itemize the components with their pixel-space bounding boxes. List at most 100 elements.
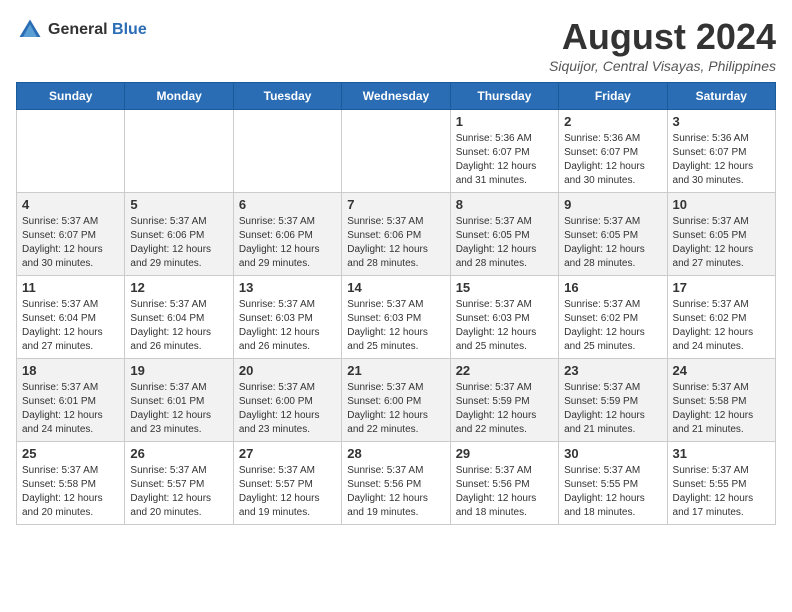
subtitle: Siquijor, Central Visayas, Philippines [549, 58, 776, 74]
logo-icon [16, 16, 44, 44]
calendar-cell: 15Sunrise: 5:37 AM Sunset: 6:03 PM Dayli… [450, 276, 558, 359]
calendar-cell [125, 110, 233, 193]
cell-day-number: 5 [130, 197, 227, 212]
cell-day-number: 4 [22, 197, 119, 212]
calendar-cell: 25Sunrise: 5:37 AM Sunset: 5:58 PM Dayli… [17, 442, 125, 525]
calendar-cell: 23Sunrise: 5:37 AM Sunset: 5:59 PM Dayli… [559, 359, 667, 442]
cell-day-number: 22 [456, 363, 553, 378]
cell-info: Sunrise: 5:37 AM Sunset: 5:55 PM Dayligh… [564, 464, 661, 520]
cell-day-number: 13 [239, 280, 336, 295]
calendar-cell: 10 Sunrise: 5:37 AM Sunset: 6:05 PM Dayli… [667, 193, 775, 276]
cell-day-number: 24 [673, 363, 770, 378]
cell-day-number: 7 [347, 197, 444, 212]
cell-info: Sunrise: 5:37 AM Sunset: 6:05 PM Dayligh… [673, 215, 770, 271]
calendar-cell: 16 Sunrise: 5:37 AM Sunset: 6:02 PM Dayli… [559, 276, 667, 359]
calendar-cell: 29 Sunrise: 5:37 AM Sunset: 5:56 PM Dayli… [450, 442, 558, 525]
cell-info: Sunrise: 5:37 AM Sunset: 6:00 PM Dayligh… [347, 381, 444, 437]
logo-blue: Blue [112, 21, 147, 38]
day-header-wednesday: Wednesday [342, 83, 450, 110]
cell-day-number: 19 [130, 363, 227, 378]
calendar-cell: 19 Sunrise: 5:37 AM Sunset: 6:01 PM Dayli… [125, 359, 233, 442]
day-header-tuesday: Tuesday [233, 83, 341, 110]
day-header-sunday: Sunday [17, 83, 125, 110]
cell-day-number: 26 [130, 446, 227, 461]
day-header-monday: Monday [125, 83, 233, 110]
cell-info: Sunrise: 5:37 AM Sunset: 6:05 PM Dayligh… [456, 215, 553, 271]
calendar-cell: 5 Sunrise: 5:37 AM Sunset: 6:06 PM Daylig… [125, 193, 233, 276]
calendar-cell: 12 Sunrise: 5:37 AM Sunset: 6:04 PM Dayli… [125, 276, 233, 359]
calendar-cell: 4 Sunrise: 5:37 AM Sunset: 6:07 PM Daylig… [17, 193, 125, 276]
calendar-cell: 1 Sunrise: 5:36 AM Sunset: 6:07 PM Daylig… [450, 110, 558, 193]
calendar-cell: 14Sunrise: 5:37 AM Sunset: 6:03 PM Dayli… [342, 276, 450, 359]
cell-day-number: 29 [456, 446, 553, 461]
cell-day-number: 9 [564, 197, 661, 212]
cell-info: Sunrise: 5:37 AM Sunset: 5:56 PM Dayligh… [456, 464, 553, 520]
calendar-cell: 31Sunrise: 5:37 AM Sunset: 5:55 PM Dayli… [667, 442, 775, 525]
cell-day-number: 8 [456, 197, 553, 212]
cell-day-number: 30 [564, 446, 661, 461]
calendar-cell [233, 110, 341, 193]
main-title: August 2024 [549, 16, 776, 58]
calendar-cell: 30 Sunrise: 5:37 AM Sunset: 5:55 PM Dayli… [559, 442, 667, 525]
cell-info: Sunrise: 5:37 AM Sunset: 6:04 PM Dayligh… [22, 298, 119, 354]
calendar-cell: 24 Sunrise: 5:37 AM Sunset: 5:58 PM Dayli… [667, 359, 775, 442]
day-header-saturday: Saturday [667, 83, 775, 110]
calendar-cell: 28Sunrise: 5:37 AM Sunset: 5:56 PM Dayli… [342, 442, 450, 525]
calendar-cell: 11 Sunrise: 5:37 AM Sunset: 6:04 PM Dayli… [17, 276, 125, 359]
calendar-cell: 7 Sunrise: 5:37 AM Sunset: 6:06 PM Daylig… [342, 193, 450, 276]
cell-info: Sunrise: 5:37 AM Sunset: 6:03 PM Dayligh… [239, 298, 336, 354]
calendar-row-3: 11 Sunrise: 5:37 AM Sunset: 6:04 PM Dayli… [17, 276, 776, 359]
cell-day-number: 1 [456, 114, 553, 129]
calendar-cell: 2 Sunrise: 5:36 AM Sunset: 6:07 PM Daylig… [559, 110, 667, 193]
cell-day-number: 2 [564, 114, 661, 129]
cell-info: Sunrise: 5:37 AM Sunset: 6:01 PM Dayligh… [130, 381, 227, 437]
cell-info: Sunrise: 5:37 AM Sunset: 5:55 PM Dayligh… [673, 464, 770, 520]
calendar-cell: 20Sunrise: 5:37 AM Sunset: 6:00 PM Dayli… [233, 359, 341, 442]
calendar-cell: 27 Sunrise: 5:37 AM Sunset: 5:57 PM Dayli… [233, 442, 341, 525]
cell-info: Sunrise: 5:37 AM Sunset: 6:06 PM Dayligh… [347, 215, 444, 271]
calendar-row-1: 1 Sunrise: 5:36 AM Sunset: 6:07 PM Daylig… [17, 110, 776, 193]
cell-day-number: 11 [22, 280, 119, 295]
calendar-cell: 3 Sunrise: 5:36 AM Sunset: 6:07 PM Daylig… [667, 110, 775, 193]
cell-info: Sunrise: 5:36 AM Sunset: 6:07 PM Dayligh… [564, 132, 661, 188]
cell-day-number: 17 [673, 280, 770, 295]
cell-info: Sunrise: 5:37 AM Sunset: 6:05 PM Dayligh… [564, 215, 661, 271]
logo-general: General [48, 21, 108, 38]
cell-day-number: 27 [239, 446, 336, 461]
cell-day-number: 20 [239, 363, 336, 378]
cell-info: Sunrise: 5:37 AM Sunset: 6:02 PM Dayligh… [673, 298, 770, 354]
day-header-friday: Friday [559, 83, 667, 110]
cell-info: Sunrise: 5:37 AM Sunset: 5:59 PM Dayligh… [456, 381, 553, 437]
cell-day-number: 10 [673, 197, 770, 212]
cell-info: Sunrise: 5:37 AM Sunset: 6:06 PM Dayligh… [239, 215, 336, 271]
cell-day-number: 15 [456, 280, 553, 295]
day-header-thursday: Thursday [450, 83, 558, 110]
calendar-row-5: 25Sunrise: 5:37 AM Sunset: 5:58 PM Dayli… [17, 442, 776, 525]
cell-day-number: 16 [564, 280, 661, 295]
cell-day-number: 6 [239, 197, 336, 212]
calendar-cell [17, 110, 125, 193]
page-header: General Blue August 2024 Siquijor, Centr… [16, 16, 776, 74]
cell-info: Sunrise: 5:37 AM Sunset: 6:02 PM Dayligh… [564, 298, 661, 354]
cell-info: Sunrise: 5:37 AM Sunset: 5:58 PM Dayligh… [673, 381, 770, 437]
header-row: SundayMondayTuesdayWednesdayThursdayFrid… [17, 83, 776, 110]
cell-info: Sunrise: 5:37 AM Sunset: 6:07 PM Dayligh… [22, 215, 119, 271]
calendar-cell: 9 Sunrise: 5:37 AM Sunset: 6:05 PM Daylig… [559, 193, 667, 276]
cell-day-number: 3 [673, 114, 770, 129]
calendar-cell: 8 Sunrise: 5:37 AM Sunset: 6:05 PM Daylig… [450, 193, 558, 276]
title-area: August 2024 Siquijor, Central Visayas, P… [549, 16, 776, 74]
cell-info: Sunrise: 5:37 AM Sunset: 5:56 PM Dayligh… [347, 464, 444, 520]
calendar-row-2: 4 Sunrise: 5:37 AM Sunset: 6:07 PM Daylig… [17, 193, 776, 276]
cell-day-number: 12 [130, 280, 227, 295]
cell-day-number: 18 [22, 363, 119, 378]
cell-info: Sunrise: 5:36 AM Sunset: 6:07 PM Dayligh… [456, 132, 553, 188]
calendar-cell: 21Sunrise: 5:37 AM Sunset: 6:00 PM Dayli… [342, 359, 450, 442]
cell-info: Sunrise: 5:37 AM Sunset: 6:04 PM Dayligh… [130, 298, 227, 354]
calendar-cell [342, 110, 450, 193]
cell-info: Sunrise: 5:36 AM Sunset: 6:07 PM Dayligh… [673, 132, 770, 188]
cell-info: Sunrise: 5:37 AM Sunset: 5:57 PM Dayligh… [239, 464, 336, 520]
cell-info: Sunrise: 5:37 AM Sunset: 6:06 PM Dayligh… [130, 215, 227, 271]
calendar-cell: 18Sunrise: 5:37 AM Sunset: 6:01 PM Dayli… [17, 359, 125, 442]
calendar-row-4: 18 Sunrise: 5:37 AM Sunset: 6:01 PM Dayli… [17, 359, 776, 442]
cell-day-number: 25 [22, 446, 119, 461]
